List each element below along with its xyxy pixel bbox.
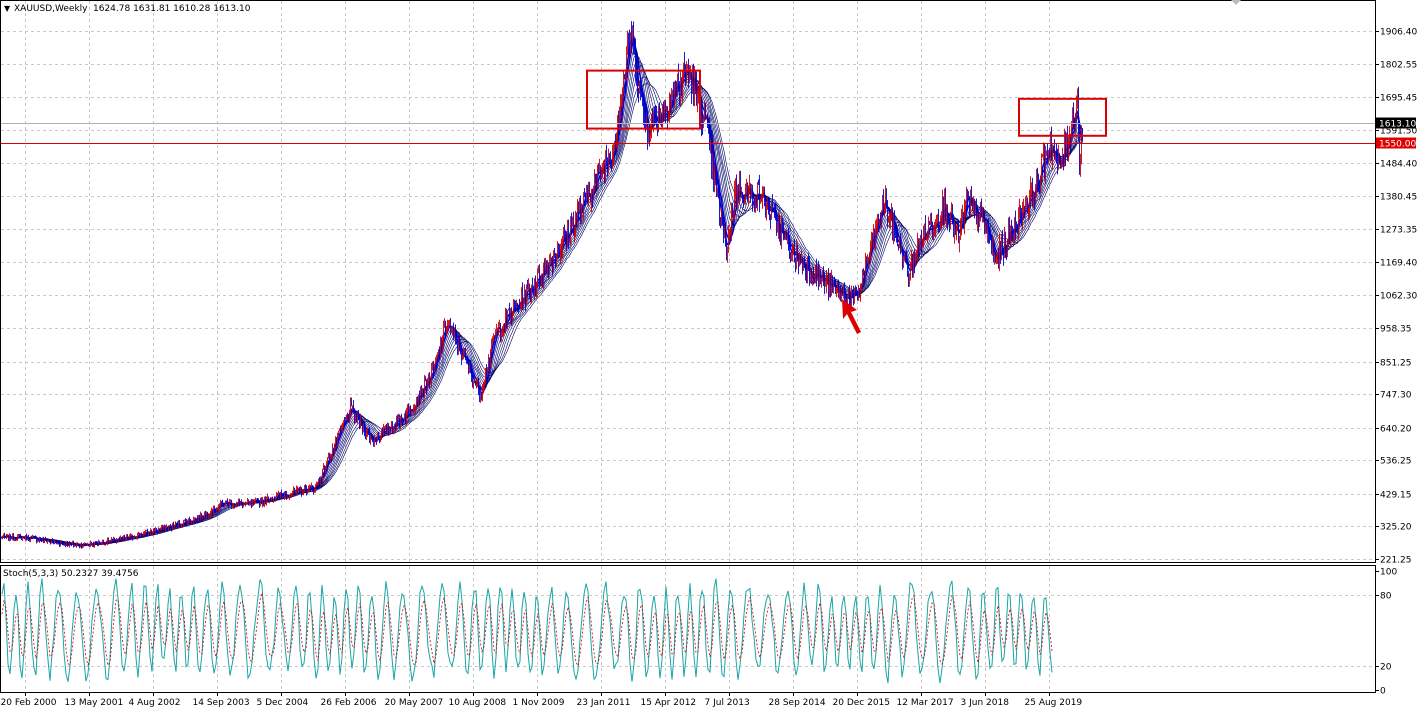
date-tick-label: 10 Aug 2008 <box>449 698 507 708</box>
stoch-main-line <box>1 578 1053 684</box>
date-tick-label: 7 Jul 2013 <box>705 698 750 708</box>
price-tick-label: 1169.40 <box>1380 259 1417 269</box>
ma-line <box>0 54 1083 546</box>
stoch-level-label: 80 <box>1380 592 1392 602</box>
stoch-label: Stoch(5,3,3) 50.2327 39.4756 <box>3 569 139 579</box>
date-tick-label: 5 Dec 2004 <box>257 698 309 708</box>
ma-line <box>0 65 1083 546</box>
date-tick-label: 3 Jun 2018 <box>961 698 1010 708</box>
price-axis: 1906.40 1802.55 1695.45 1591.50 1484.40 1380.… <box>1375 28 1417 697</box>
price-tick-label: 221.25 <box>1380 556 1412 566</box>
scroll-marker-icon[interactable] <box>1231 0 1241 5</box>
date-tick-label: 13 May 2001 <box>65 698 124 708</box>
date-tick-label: 26 Feb 2006 <box>321 698 377 708</box>
price-tick-label: 1273.35 <box>1380 226 1417 236</box>
date-tick-label: 4 Aug 2002 <box>129 698 181 708</box>
price-tick-label: 1380.45 <box>1380 193 1417 203</box>
price-tick-label: 1802.55 <box>1380 61 1417 71</box>
date-tick-label: 1 Nov 2009 <box>513 698 565 708</box>
stoch-level-label: 0 <box>1380 687 1386 697</box>
indicator-panel-frame <box>0 565 1376 693</box>
date-tick-label: 28 Sep 2014 <box>769 698 826 708</box>
ma-ribbon <box>0 35 1083 547</box>
date-tick-label: 23 Jan 2011 <box>577 698 631 708</box>
top-box-2020 <box>1018 97 1107 137</box>
date-tick-label: 20 Feb 2000 <box>1 698 57 708</box>
chart-canvas: 1613.101550.00 1906.40 1802.55 1695.45 1591… <box>0 0 1417 708</box>
ma-line <box>0 83 1083 546</box>
collapse-triangle-icon[interactable]: ▼ <box>4 4 11 13</box>
price-tick-label: 325.20 <box>1380 523 1412 533</box>
price-tick-label: 958.35 <box>1380 325 1412 335</box>
date-tick-label: 20 Dec 2015 <box>833 698 891 708</box>
price-tick-label: 429.15 <box>1380 491 1412 501</box>
stoch-level-label: 20 <box>1380 663 1392 673</box>
price-tick-label: 1591.50 <box>1380 127 1417 137</box>
ma-line <box>0 38 1083 547</box>
date-tick-label: 15 Apr 2012 <box>641 698 697 708</box>
stochastic-lines <box>1 578 1053 684</box>
price-tick-label: 640.20 <box>1380 425 1412 435</box>
ma-line <box>0 69 1083 546</box>
level-price-tag-label: 1550.00 <box>1379 140 1416 150</box>
symbol-label: XAUUSD,Weekly <box>14 4 88 14</box>
grid <box>1 1 1375 692</box>
date-axis: 20 Feb 2000 13 May 2001 4 Aug 2002 14 Sep 2… <box>1 692 1083 708</box>
price-tick-label: 1695.45 <box>1380 94 1417 104</box>
stoch-level-label: 100 <box>1380 568 1397 578</box>
date-tick-label: 20 May 2007 <box>385 698 444 708</box>
price-tick-label: 747.30 <box>1380 391 1412 401</box>
price-tick-label: 851.25 <box>1380 359 1412 369</box>
ohlc-values: 1624.78 1631.81 1610.28 1613.10 <box>93 4 251 14</box>
date-tick-label: 25 Aug 2019 <box>1025 698 1083 708</box>
price-tick-label: 1906.40 <box>1380 28 1417 38</box>
date-tick-label: 14 Sep 2003 <box>193 698 250 708</box>
ma-line <box>0 76 1083 546</box>
price-tick-label: 536.25 <box>1380 457 1412 467</box>
price-tick-label: 1484.40 <box>1380 160 1417 170</box>
price-tick-label: 1062.30 <box>1380 292 1417 302</box>
date-tick-label: 12 Mar 2017 <box>897 698 954 708</box>
ma-line <box>0 60 1083 546</box>
annotations: 1613.101550.00 <box>1 69 1416 334</box>
